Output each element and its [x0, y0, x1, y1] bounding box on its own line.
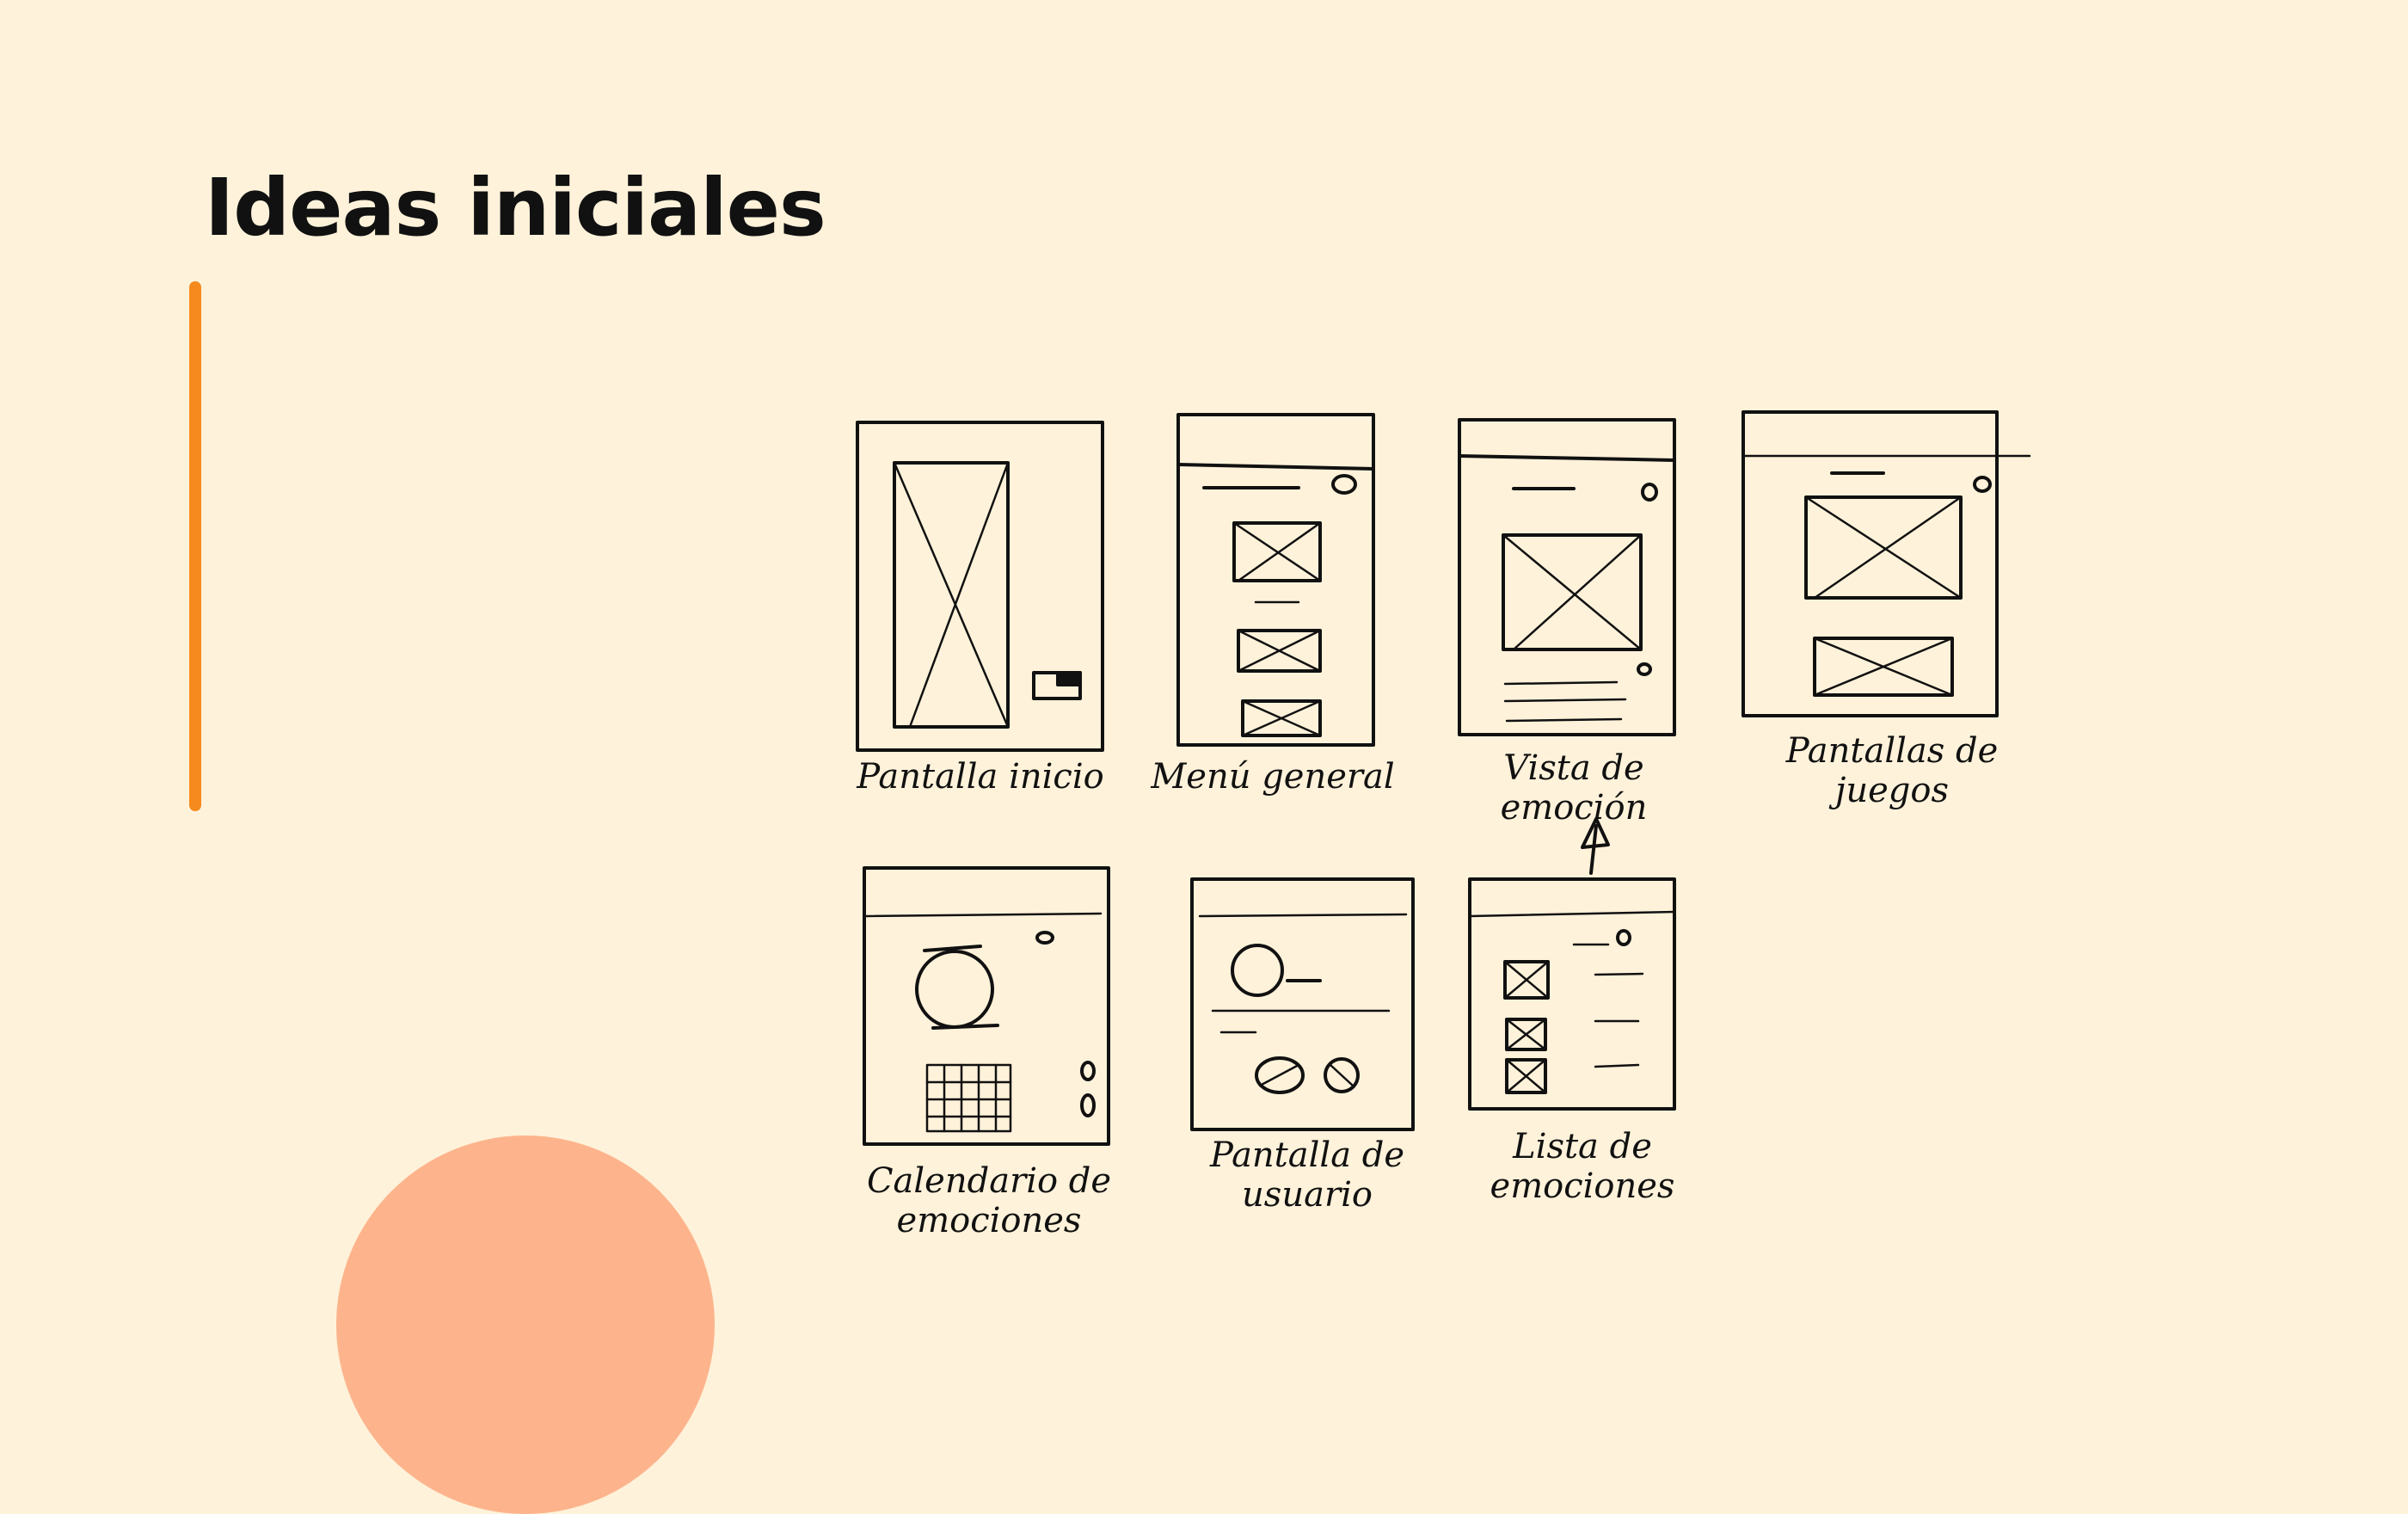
sketch-label: Pantalla de usuario — [1209, 1136, 1405, 1215]
sketch-label: Menú general — [1151, 757, 1395, 797]
sketch-pantalla-inicio — [856, 421, 1104, 752]
sketch-vista-emocion — [1458, 418, 1676, 736]
sketch-calendario-emociones — [863, 866, 1110, 1146]
sketch-label: Calendario de emociones — [866, 1161, 1112, 1240]
sketch-pantallas-juegos — [1742, 410, 2031, 717]
sketch-menu-general — [1176, 413, 1375, 747]
sketch-lista-emociones — [1468, 877, 1676, 1111]
sketch-pantalla-usuario — [1190, 877, 1415, 1131]
sketch-label: Vista de emoción — [1500, 748, 1648, 828]
sketch-label: Lista de emociones — [1490, 1127, 1675, 1206]
sketch-label: Pantallas de juegos — [1785, 731, 1999, 810]
sketch-label: Pantalla inicio — [857, 757, 1104, 797]
